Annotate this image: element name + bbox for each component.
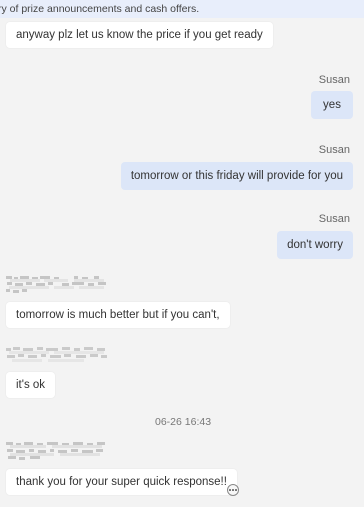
message-bubble-incoming[interactable]: thank you for your super quick response!… <box>6 469 237 495</box>
redacted-sender-name <box>4 345 114 367</box>
message-bubble-incoming[interactable]: tomorrow is much better but if you can't… <box>6 302 230 328</box>
notice-text: ry of prize announcements and cash offer… <box>0 3 200 15</box>
message-bubble-incoming[interactable]: it's ok <box>6 372 56 398</box>
message-text: it's ok <box>16 379 46 391</box>
message-timestamp: 06-26 16:43 <box>155 416 212 428</box>
message-text: anyway plz let us know the price if you … <box>16 29 263 41</box>
sender-name: Susan <box>318 213 350 225</box>
pixelated-name-icon <box>6 276 106 293</box>
message-bubble-outgoing[interactable]: yes <box>311 91 353 119</box>
message-text: yes <box>323 99 341 111</box>
message-text: don't worry <box>287 239 343 251</box>
pixelated-name-icon <box>6 442 105 460</box>
pixelated-name-icon <box>6 347 107 362</box>
sender-name: Susan <box>318 144 350 156</box>
message-bubble-outgoing[interactable]: don't worry <box>277 231 353 259</box>
notice-banner: ry of prize announcements and cash offer… <box>0 0 364 18</box>
message-text: tomorrow or this friday will provide for… <box>130 170 343 182</box>
redacted-sender-name <box>4 274 114 296</box>
sender-name: Susan <box>318 74 350 86</box>
message-text: thank you for your super quick response!… <box>16 476 227 488</box>
message-text: tomorrow is much better but if you can't… <box>16 309 220 321</box>
message-bubble-incoming[interactable]: anyway plz let us know the price if you … <box>6 22 273 48</box>
ellipsis-circle-icon[interactable] <box>227 484 239 496</box>
message-bubble-outgoing[interactable]: tomorrow or this friday will provide for… <box>120 162 353 190</box>
redacted-sender-name <box>4 440 114 462</box>
